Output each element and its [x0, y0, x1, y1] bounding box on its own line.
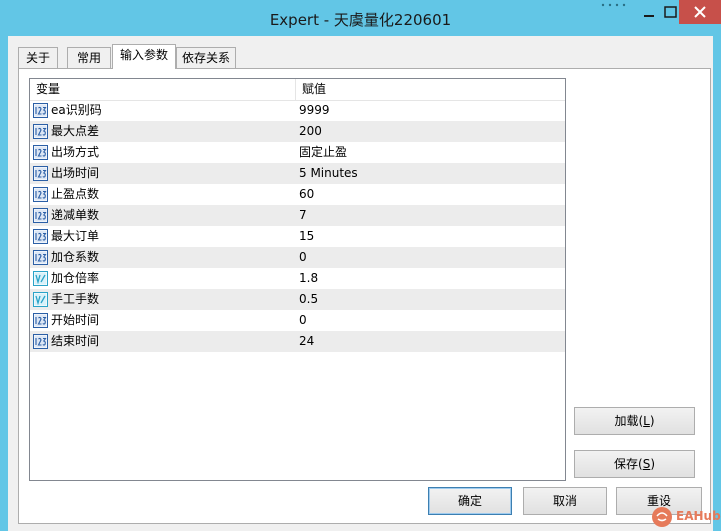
maximize-button[interactable]	[664, 0, 678, 24]
table-row[interactable]: 加仓系数 0	[30, 247, 565, 268]
column-header-value[interactable]: 赋值	[296, 79, 565, 100]
int-icon	[33, 208, 48, 223]
watermark: EAHub	[648, 503, 721, 531]
parameter-value[interactable]: 7	[299, 205, 307, 226]
table-row[interactable]: 结束时间 24	[30, 331, 565, 352]
parameter-value[interactable]: 5 Minutes	[299, 163, 358, 184]
parameter-name: ea识别码	[51, 103, 102, 117]
parameter-name: 出场时间	[51, 166, 100, 180]
tab-dependencies[interactable]: 依存关系	[176, 47, 236, 69]
ok-button[interactable]: 确定	[428, 487, 512, 515]
parameter-name: 加仓倍率	[51, 271, 100, 285]
parameter-value[interactable]: 固定止盈	[299, 142, 347, 163]
parameter-name: 出场方式	[51, 145, 100, 159]
int-icon	[33, 103, 48, 118]
table-row[interactable]: 出场时间 5 Minutes	[30, 163, 565, 184]
table-row[interactable]: 出场方式 固定止盈	[30, 142, 565, 163]
parameter-name: 结束时间	[51, 334, 100, 348]
parameter-value[interactable]: 60	[299, 184, 314, 205]
tab-about[interactable]: 关于	[18, 47, 58, 69]
title-bar[interactable]: Expert - 天虞量化220601	[0, 0, 721, 36]
close-button[interactable]	[679, 0, 721, 24]
int-icon	[33, 250, 48, 265]
parameter-value[interactable]: 15	[299, 226, 314, 247]
table-row[interactable]: 加仓倍率 1.8	[30, 268, 565, 289]
minimize-icon	[644, 15, 654, 17]
close-icon	[694, 6, 706, 18]
minimize-button[interactable]	[634, 0, 664, 24]
parameter-name: 手工手数	[51, 292, 100, 306]
table-row[interactable]: 止盈点数 60	[30, 184, 565, 205]
double-icon	[33, 292, 48, 307]
parameter-value[interactable]: 1.8	[299, 268, 318, 289]
tab-inputs[interactable]: 输入参数	[112, 44, 176, 69]
table-row[interactable]: 最大订单 15	[30, 226, 565, 247]
int-icon	[33, 145, 48, 160]
window-title: Expert - 天虞量化220601	[269, 11, 452, 29]
grip-dots-icon	[601, 3, 626, 7]
tab-label: 关于	[25, 51, 50, 65]
parameter-value[interactable]: 0	[299, 310, 307, 331]
parameter-name: 止盈点数	[51, 187, 100, 201]
tab-common[interactable]: 常用	[67, 47, 111, 69]
int-icon	[33, 229, 48, 244]
parameter-name: 最大点差	[51, 124, 100, 138]
parameters-list[interactable]: 变量 赋值 ea识别码 9999 最大点差 200 出场方式 固定止盈出场时间 5 Minu…	[29, 78, 566, 481]
int-icon	[33, 124, 48, 139]
int-icon	[33, 313, 48, 328]
table-row[interactable]: 手工手数 0.5	[30, 289, 565, 310]
double-icon	[33, 271, 48, 286]
eahub-logo-icon	[652, 507, 672, 527]
parameter-value[interactable]: 0	[299, 247, 307, 268]
parameter-name: 开始时间	[51, 313, 100, 327]
parameter-value[interactable]: 200	[299, 121, 322, 142]
cancel-button[interactable]: 取消	[523, 487, 607, 515]
table-row[interactable]: ea识别码 9999	[30, 100, 565, 121]
int-icon	[33, 187, 48, 202]
parameter-value[interactable]: 9999	[299, 100, 330, 121]
parameter-name: 递减单数	[51, 208, 100, 222]
tab-label: 常用	[76, 51, 101, 65]
parameter-value[interactable]: 0.5	[299, 289, 318, 310]
parameter-value[interactable]: 24	[299, 331, 314, 352]
list-header: 变量 赋值	[30, 79, 565, 101]
maximize-icon	[664, 6, 677, 18]
table-row[interactable]: 递减单数 7	[30, 205, 565, 226]
parameter-name: 最大订单	[51, 229, 100, 243]
dialog-body: 关于 常用 输入参数 依存关系 变量 赋值 ea识别码 9999 最大点差 200 出场…	[8, 36, 713, 531]
parameter-name: 加仓系数	[51, 250, 100, 264]
int-icon	[33, 334, 48, 349]
tab-label: 依存关系	[181, 51, 230, 65]
save-button[interactable]: 保存(S)	[574, 450, 695, 478]
load-button[interactable]: 加载(L)	[574, 407, 695, 435]
int-icon	[33, 166, 48, 181]
tab-label: 输入参数	[119, 48, 168, 62]
column-header-variable[interactable]: 变量	[30, 79, 296, 100]
table-row[interactable]: 最大点差 200	[30, 121, 565, 142]
table-row[interactable]: 开始时间 0	[30, 310, 565, 331]
watermark-text: EAHub	[676, 509, 721, 523]
